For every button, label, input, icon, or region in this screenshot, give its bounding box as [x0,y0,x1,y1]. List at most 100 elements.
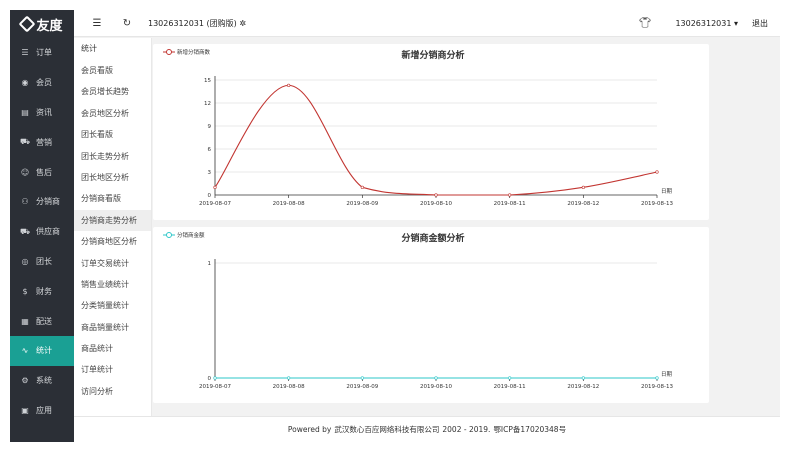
sidebar-item-label: 供应商 [36,227,60,237]
app-window: 友度 ☰ 订单 ◉ 会员 ▤ 资讯 ⛟ 营销 ☺ 售后 ⚇ 分销商 ⛟ 供应商 ◎ 团长 $ 财务 ▦ 配送 ∿ 统计 ⚙ 系… [10,10,780,442]
submenu-item-5[interactable]: 团长地区分析 [74,167,151,188]
submenu-item-4[interactable]: 团长走势分析 [74,146,151,167]
shirt-icon[interactable]: 👕︎ [639,18,652,29]
submenu-item-0[interactable]: 会员看版 [74,60,151,81]
submenu-item-10[interactable]: 销售业绩统计 [74,274,151,295]
footer: Powered by 武汉数心百应网络科技有限公司 2002 - 2019. 鄂… [74,416,780,442]
sidebar-item-label: 资讯 [36,107,52,117]
sidebar-item-5[interactable]: ⚇ 分销商 [10,187,74,217]
footer-icp[interactable]: 鄂ICP备17020348号 [493,424,566,435]
x-tick-label: 2019-08-13 [641,384,673,390]
store-title: 13026312031 (团购版) ✲ [148,18,246,29]
submenu-item-11[interactable]: 分类销量统计 [74,295,151,316]
x-tick-label: 2019-08-09 [346,201,378,207]
x-tick-label: 2019-08-11 [494,384,526,390]
submenu-item-15[interactable]: 访问分析 [74,381,151,402]
legend-marker [166,49,172,55]
submenu-item-2[interactable]: 会员地区分析 [74,103,151,124]
main-content: 新增分销商分析 新增分销商数 0 3 6 9 12 15 2019-08-07 2019-08-0… [152,38,780,416]
sidebar-item-label: 统计 [36,346,52,356]
y-tick-label: 0 [208,193,212,199]
logo[interactable]: 友度 [10,10,74,38]
sidebar-item-0[interactable]: ☰ 订单 [10,38,74,68]
sidebar-item-7[interactable]: ◎ 团长 [10,247,74,277]
submenu-item-7[interactable]: 分销商走势分析 [74,209,151,232]
submenu-item-12[interactable]: 商品销量统计 [74,317,151,338]
x-tick-label: 2019-08-09 [346,384,378,390]
sidebar-item-4[interactable]: ☺ 售后 [10,157,74,187]
sidebar-item-6[interactable]: ⛟ 供应商 [10,217,74,247]
refresh-icon[interactable]: ↻ [120,18,134,29]
user-name: 13026312031 [675,18,732,28]
data-point [287,83,291,87]
sidebar-item-label: 财务 [36,286,52,296]
sidebar-item-label: 配送 [36,316,52,326]
chart-title: 新增分销商分析 [401,49,464,61]
x-tick-label: 2019-08-12 [567,384,599,390]
store-title-text: 13026312031 (团购版) [148,18,237,28]
data-point [434,376,438,380]
smile-icon: ☺ [20,167,30,177]
x-tick-label: 2019-08-08 [273,201,305,207]
data-point [360,185,364,189]
logout-link[interactable]: 退出 [752,18,768,29]
submenu-item-8[interactable]: 分销商地区分析 [74,231,151,252]
legend-marker [166,232,172,238]
sidebar-item-2[interactable]: ▤ 资讯 [10,98,74,128]
submenu-item-9[interactable]: 订单交易统计 [74,253,151,274]
coin-icon: $ [22,286,28,296]
legend-label: 分销商金额 [177,231,205,239]
data-point [581,376,585,380]
top-header: ☰ ↻ 13026312031 (团购版) ✲ 👕︎ 13026312031 ▾… [74,10,780,37]
sidebar-item-label: 团长 [36,256,52,266]
x-tick-label: 2019-08-13 [641,201,673,207]
gear-icon[interactable]: ✲ [239,19,246,28]
list-icon: ☰ [21,48,29,58]
data-point [581,185,585,189]
submenu-item-14[interactable]: 订单统计 [74,359,151,380]
data-point [287,376,291,380]
news-icon: ▤ [21,107,29,117]
sidebar-item-1[interactable]: ◉ 会员 [10,68,74,98]
y-tick-label: 12 [204,101,211,107]
sidebar-item-8[interactable]: $ 财务 [10,276,74,306]
submenu-item-13[interactable]: 商品统计 [74,338,151,359]
chart-title: 分销商金额分析 [401,232,464,244]
logo-text: 友度 [36,18,63,34]
sidebar-nav: ☰ 订单 ◉ 会员 ▤ 资讯 ⛟ 营销 ☺ 售后 ⚇ 分销商 ⛟ 供应商 ◎ 团长 $ 财务 ▦ 配送 ∿ 统计 ⚙ 系统 ▣ 应… [10,38,74,425]
x-tick-label: 2019-08-10 [420,201,452,207]
data-point [508,376,512,380]
footer-powered: Powered by [287,425,332,434]
menu-toggle-icon[interactable]: ☰ [90,18,104,29]
user-menu[interactable]: 13026312031 ▾ [675,19,738,28]
sidebar-item-9[interactable]: ▦ 配送 [10,306,74,336]
sidebar-item-10[interactable]: ∿ 统计 [10,335,74,366]
data-point [213,185,217,189]
new-distributors-chart: 新增分销商分析 新增分销商数 0 3 6 9 12 15 2019-08-07 2019-08-0… [163,48,673,207]
submenu-item-1[interactable]: 会员增长趋势 [74,81,151,102]
x-tick-label: 2019-08-12 [567,201,599,207]
user-icon: ◉ [21,78,29,88]
sidebar-item-label: 应用 [36,405,52,415]
settings-icon: ⚙ [21,376,29,386]
x-tick-label: 2019-08-07 [199,201,231,207]
footer-company-link[interactable]: 武汉数心百应网络科技有限公司 [334,424,439,435]
y-tick-label: 15 [204,78,211,84]
y-tick-label: 9 [208,124,212,130]
data-point [360,376,364,380]
submenu-item-3[interactable]: 团长看版 [74,124,151,145]
y-tick-label: 1 [208,261,212,267]
sidebar-item-3[interactable]: ⛟ 营销 [10,127,74,157]
submenu-item-6[interactable]: 分销商看版 [74,188,151,209]
x-tick-label: 2019-08-10 [420,384,452,390]
series-line-0 [214,84,658,196]
chart-card-distributor-amount: 分销商金额分析 分销商金额 0 1 2019-08-07 2019-08-08 2019-0… [153,227,709,403]
data-point [655,376,659,380]
x-axis-label: 日期 [661,371,673,378]
sidebar-item-11[interactable]: ⚙ 系统 [10,366,74,396]
sidebar-item-12[interactable]: ▣ 应用 [10,396,74,426]
sidebar-item-label: 售后 [36,167,52,177]
data-point [213,376,217,380]
person-icon: ◎ [21,256,29,266]
sidebar-item-label: 系统 [36,376,52,386]
